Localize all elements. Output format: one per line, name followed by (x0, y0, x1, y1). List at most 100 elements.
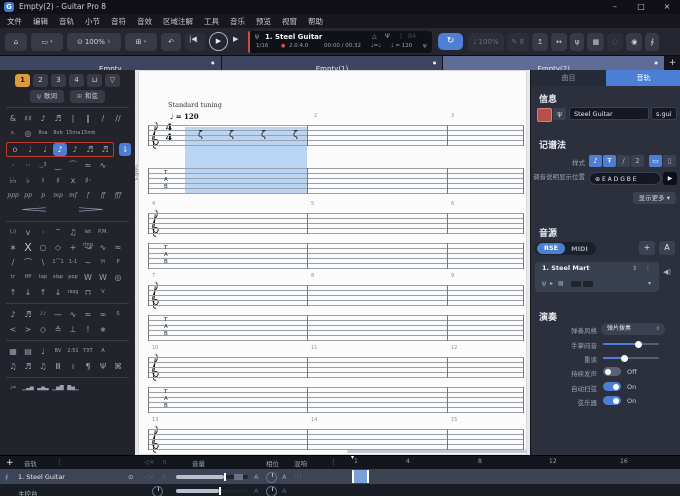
menu-item[interactable]: 区域注解 (163, 16, 193, 27)
standard-staff[interactable] (148, 285, 524, 306)
dynamic-mp-icon[interactable]: mp (51, 189, 65, 202)
whole-note-button[interactable]: o (8, 143, 22, 156)
piano-keyboard-button[interactable]: ▦ (587, 33, 605, 51)
double-flat-icon[interactable]: ♭♭ (6, 174, 20, 187)
marcato-icon[interactable]: ∗ (96, 323, 110, 336)
timeline-cell[interactable] (406, 470, 423, 483)
trill-icon[interactable]: tr (6, 271, 20, 284)
solo-button[interactable]: ∩ (162, 473, 167, 481)
staff-system[interactable]: s.guit. 44 ζ ζ ζ ζ T (135, 117, 530, 205)
master-volume-slider[interactable] (176, 487, 248, 495)
voice-1-button[interactable]: 1 (15, 74, 30, 87)
beam-icon[interactable]: ♫ (6, 360, 20, 373)
slide-out-icon[interactable]: \ (36, 256, 50, 269)
sustain-icon[interactable]: — (51, 308, 65, 321)
tablature-staff[interactable]: T A B (148, 315, 524, 341)
next-button[interactable]: ▶ (233, 35, 238, 43)
letter-annotation-icon[interactable]: A (96, 345, 110, 358)
rasgueado-icon[interactable]: rasg (66, 286, 80, 299)
score-area[interactable]: Standard tuning ♩ = 120 s.guit. 44 ζ ζ (135, 70, 530, 455)
coda-icon[interactable]: ◎ (21, 127, 35, 140)
horizontal-layout-button[interactable]: ▭ (649, 155, 662, 167)
rake-icon[interactable]: ♫ (66, 226, 80, 239)
accent-icon[interactable]: v (21, 226, 35, 239)
let-ring-icon[interactable]: let ring (81, 226, 95, 248)
grand-staff-button[interactable]: 2 (631, 155, 644, 167)
natural-icon[interactable]: ♮ (36, 174, 50, 187)
track-color-swatch[interactable] (537, 108, 552, 122)
text-annotation-icon[interactable]: TXT (81, 345, 95, 358)
repeat-close-icon[interactable]: // (111, 112, 125, 125)
repeat-open-icon[interactable]: / (96, 112, 110, 125)
vibrato-bar-icon[interactable]: ≈ (81, 308, 95, 321)
minimize-button[interactable]: – (602, 0, 628, 14)
accent-slider[interactable] (603, 354, 659, 362)
master-automation-button[interactable]: A (254, 487, 258, 495)
page-layout-button[interactable]: ⊞ ▾ (125, 33, 157, 51)
tuplet-icon[interactable]: ♬ (51, 112, 65, 125)
simile-mark-icon[interactable]: x. (6, 127, 20, 140)
sixty-fourth-note-button[interactable]: ♬ (98, 143, 112, 156)
volume-automation-button[interactable]: A (254, 473, 258, 481)
visibility-eye-icon[interactable]: ⊙ (128, 473, 133, 481)
standard-notation-button[interactable]: ♪ (589, 155, 602, 167)
pull-icon[interactable]: P (111, 256, 125, 269)
rse-option[interactable]: RSE (537, 243, 566, 254)
shuffle-icon[interactable]: ♫ (36, 360, 50, 373)
tremolo-picking-icon[interactable]: ♪♪ (36, 308, 50, 321)
add-track-button[interactable]: + (6, 458, 14, 468)
wide-vibrato-icon[interactable]: ≈ (111, 241, 125, 254)
menu-item[interactable]: 编辑 (33, 16, 48, 27)
speaker-icon[interactable]: ◀) (663, 268, 671, 276)
sixteenth-note-button[interactable]: ♪ (68, 143, 82, 156)
double-sharp-icon[interactable]: x (66, 174, 80, 187)
accidental-extra-icon[interactable]: ♯· (81, 174, 95, 187)
standard-staff[interactable] (148, 125, 524, 146)
menu-item[interactable]: 音效 (137, 16, 152, 27)
pan-knob[interactable] (266, 472, 277, 483)
dynamic-pp-icon[interactable]: pp (21, 189, 35, 202)
home-button[interactable]: ⌂ (5, 33, 27, 51)
menu-item[interactable]: 音符 (111, 16, 126, 27)
sharp-icon[interactable]: ♯ (51, 174, 65, 187)
pedal-icon[interactable]: ≗ (51, 323, 65, 336)
menu-item[interactable]: 音轨 (59, 16, 74, 27)
tempo-change-icon[interactable]: ♩= (6, 382, 20, 395)
slash-notation-button[interactable]: / (617, 155, 630, 167)
vibrato-icon[interactable]: ∿ (96, 159, 110, 172)
volume-slider[interactable] (176, 473, 248, 481)
timeline-cell[interactable] (514, 470, 531, 483)
undo-button[interactable]: ↶ (161, 33, 181, 51)
pedal-release-icon[interactable]: ⊥ (66, 323, 80, 336)
menu-item[interactable]: 小节 (85, 16, 100, 27)
timeline-cell[interactable] (568, 470, 585, 483)
fretboard-button[interactable]: ◉ (626, 33, 643, 51)
staccatissimo-icon[interactable]: ! (81, 323, 95, 336)
timeline-cell[interactable] (622, 470, 639, 483)
triplet-feel-icon[interactable]: ♬ (21, 360, 35, 373)
menu-item[interactable]: 视窗 (282, 16, 297, 27)
relative-speed-button[interactable]: ♩ 100% (468, 33, 504, 51)
pinch-harmonic-icon[interactable]: + (66, 241, 80, 254)
clef-icon[interactable]: & (6, 112, 20, 125)
palm-mute-slider[interactable] (603, 340, 659, 348)
strum-down-icon[interactable]: ↓ (21, 286, 35, 299)
timeline-cell[interactable] (496, 470, 513, 483)
dynamic-fff-icon[interactable]: fff (111, 189, 125, 202)
key-signature-icon[interactable]: ♯♯ (21, 112, 35, 125)
tuner-button[interactable]: ψ (569, 33, 585, 51)
fork-icon[interactable]: Ψ (96, 360, 110, 373)
midi-option[interactable]: MIDI (565, 245, 594, 253)
vertical-layout-button[interactable]: ▯ (663, 155, 676, 167)
left-hand-tap-icon[interactable]: W (81, 271, 95, 284)
natural-harmonic-icon[interactable]: ○ (36, 241, 50, 254)
expand-view-button[interactable]: ↔ (550, 33, 567, 51)
tuning-expand-button[interactable]: ▶ (663, 172, 677, 185)
menu-item[interactable]: 预览 (256, 16, 271, 27)
voice-filter-icon[interactable]: ▽ (105, 74, 120, 87)
turn-icon[interactable]: S (111, 308, 125, 321)
ghost-accent-icon[interactable]: ∗ (6, 241, 20, 254)
string-instrument-toggle[interactable] (603, 396, 621, 405)
tablature-staff[interactable]: T A B (148, 243, 524, 269)
document-tab[interactable]: Empty(2) ● (443, 56, 665, 73)
